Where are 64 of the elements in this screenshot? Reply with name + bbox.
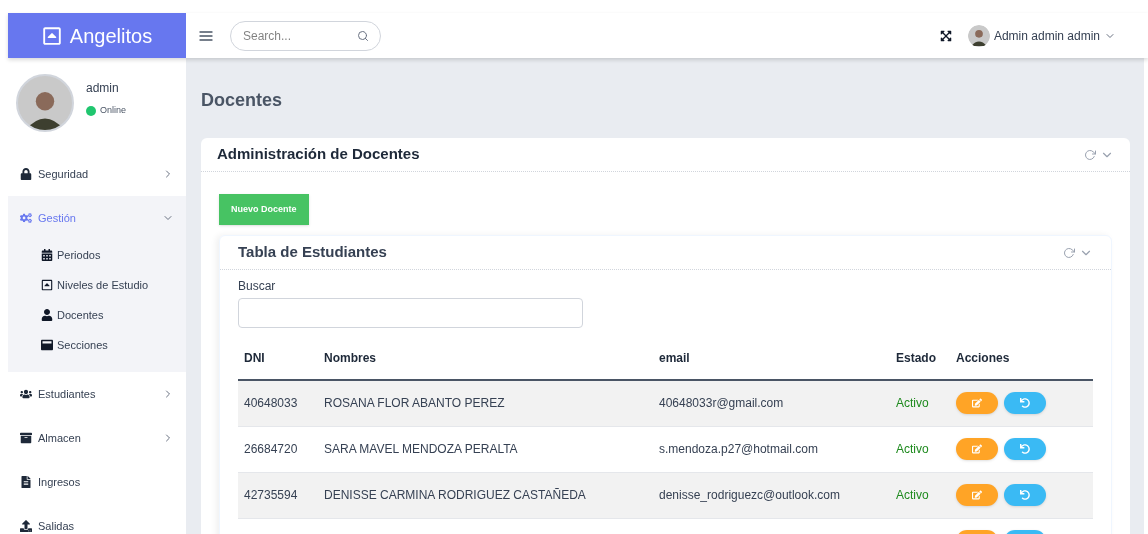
column-header: DNI [238,336,318,380]
user-icon [41,309,53,321]
avatar-icon [967,24,990,47]
search-icon[interactable] [357,29,369,42]
table-cell: SARA MAVEL MENDOZA PERALTA [318,426,653,472]
edit-button[interactable] [956,484,998,506]
edit-button[interactable] [956,392,998,415]
calendar-icon [41,249,53,261]
status-cell: Activo [890,426,950,472]
profile-name: admin [86,80,120,96]
reset-button[interactable] [1004,484,1046,506]
sidebar-item[interactable]: Almacen [8,416,186,460]
column-header: Nombres [318,336,653,380]
file-icon [20,476,32,488]
undo-icon [1020,398,1030,409]
search-field[interactable]: Search... [230,20,381,51]
status-cell: Activo [890,380,950,426]
brand-name: Angelitos [69,23,153,49]
table-cell: denisse_rodriguezc@outlook.com [653,472,890,518]
table-cell: 42735594 [238,472,318,518]
lock-icon [20,168,32,180]
submenu-item[interactable]: Niveles de Estudio [8,270,186,300]
submenu-item[interactable]: Docentes [8,300,186,330]
table-cell: 26684720 [238,426,318,472]
sidebar-item[interactable]: Salidas [8,504,186,534]
sidebar-item[interactable]: Gestión [8,196,186,240]
card-title: Administración de Docentes [217,144,420,165]
undo-icon [1020,490,1030,500]
refresh-icon[interactable] [1084,148,1096,161]
edit-icon [972,444,982,454]
status-text: Online [100,104,126,117]
column-header: Acciones [950,336,1093,380]
users-icon [20,388,32,400]
table-cell: 40648033r@gmail.com [653,380,890,426]
sidebar-item[interactable]: Estudiantes [8,372,186,416]
edit-button[interactable] [956,438,998,460]
upload-icon [20,520,32,532]
reset-button[interactable] [1004,392,1046,415]
fullscreen-icon[interactable] [939,29,952,42]
window-icon [41,339,53,351]
refresh-icon[interactable] [1063,246,1075,259]
submenu-item[interactable]: Periodos [8,240,186,270]
search-label: Buscar [238,278,277,294]
table-cell: ROSANA FLOR ABANTO PEREZ [318,380,653,426]
table-cell: DENISSE CARMINA RODRIGUEZ CASTAÑEDA [318,472,653,518]
status-cell: Activo [890,472,950,518]
undo-icon [1020,444,1030,454]
table-cell: 40648033 [238,380,318,426]
sidebar-item[interactable]: Ingresos [8,460,186,504]
sidebar-item[interactable]: Seguridad [8,152,186,196]
page-title: Docentes [201,89,284,112]
table-card-title: Tabla de Estudiantes [238,242,387,263]
edit-icon [972,398,982,409]
submenu-item[interactable]: Secciones [8,330,186,360]
column-header: email [653,336,890,380]
search-input[interactable] [238,298,583,328]
archive-icon [20,432,32,444]
reset-button[interactable] [1004,438,1046,460]
logo-icon [41,25,62,46]
column-header: Estado [890,336,950,380]
edit-icon [972,490,982,500]
user-menu[interactable]: Admin admin admin [993,27,1116,44]
gears-icon [20,212,32,224]
table-cell: s.mendoza.p27@hotmail.com [653,426,890,472]
